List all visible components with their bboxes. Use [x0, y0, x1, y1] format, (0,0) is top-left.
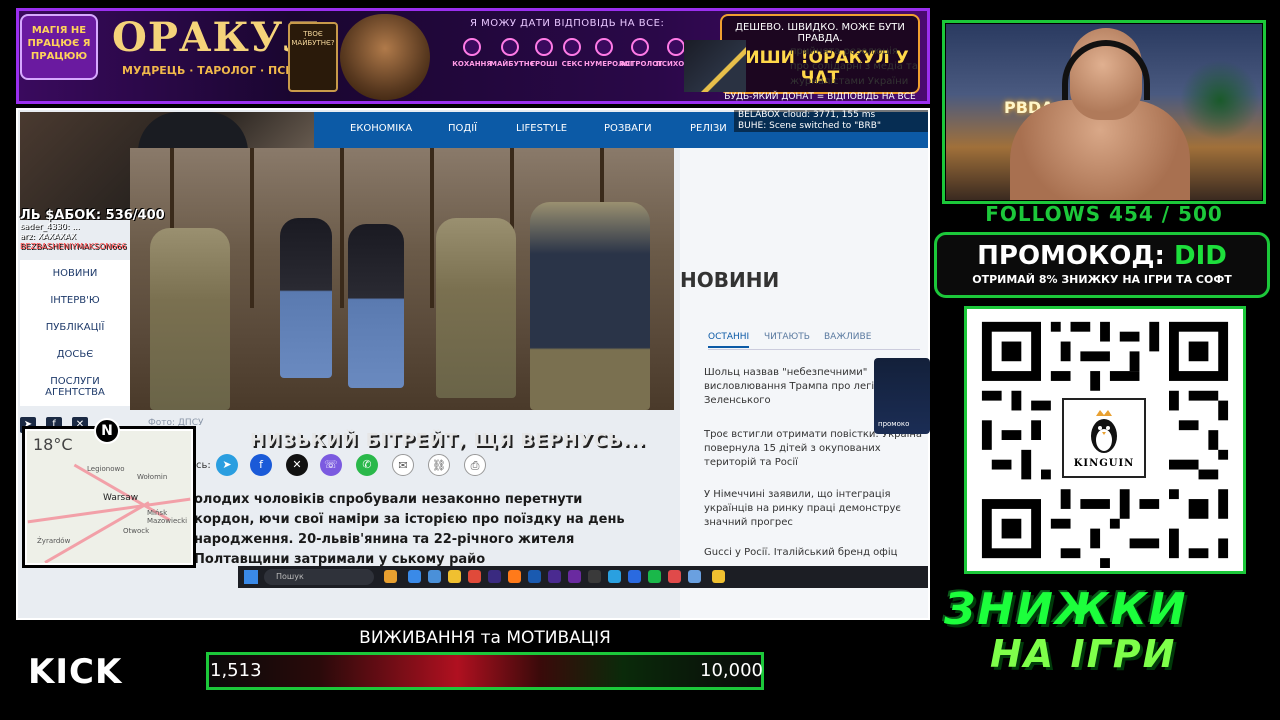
windows-start-icon[interactable]: [244, 570, 258, 584]
follows-goal: FOLLOWS 454 / 500: [985, 202, 1223, 226]
map-logo: N: [94, 418, 120, 444]
webcam-background: [1180, 60, 1260, 140]
windows-taskbar: Пошук: [238, 566, 928, 588]
app-icon[interactable]: [608, 570, 621, 583]
obs-notification: BELABOX cloud: 3771, 155 ms BUHE: Scene …: [734, 110, 928, 132]
kinguin-label: KINGUIN: [1073, 458, 1135, 469]
task-view-icon[interactable]: [428, 570, 441, 583]
article-text: олодих чоловіків спробували незаконно пе…: [194, 492, 625, 567]
weather-map: 18°C Legionowo Wołomin Warsaw Mińsk Mazo…: [22, 426, 196, 568]
donation-goal-title: ВИЖИВАННЯ та МОТИВАЦІЯ: [359, 628, 611, 648]
category-love: КОХАННЯ: [452, 38, 492, 68]
viber-share-icon[interactable]: ☏: [320, 454, 342, 476]
illustrator-icon[interactable]: [508, 570, 521, 583]
money-icon: [535, 38, 553, 56]
oracle-card: ТВОЄ МАЙБУТНЄ?: [288, 22, 338, 92]
share-label: сь:: [196, 460, 211, 471]
spotify-icon[interactable]: [648, 570, 661, 583]
media-encoder-icon[interactable]: [488, 570, 501, 583]
telegram-promo-label: промоко: [878, 420, 910, 428]
print-icon[interactable]: ⎙: [464, 454, 486, 476]
map-area: 18°C Legionowo Wołomin Warsaw Mińsk Mazo…: [27, 431, 191, 563]
telegram-share-icon[interactable]: ➤: [216, 454, 238, 476]
cta-line-1: ДЕШЕВО. ШВИДКО. МОЖЕ БУТИ ПРАВДА.: [735, 22, 905, 44]
donation-goal-bar: [206, 652, 764, 690]
premiere-icon[interactable]: [568, 570, 581, 583]
category-numerology: НУМЕРОЛОГ: [584, 38, 634, 68]
kick-logo: KICK: [28, 652, 123, 692]
weather-icon[interactable]: [384, 570, 397, 583]
tab-latest[interactable]: ОСТАННІ: [708, 332, 750, 348]
cta-line-3: БУДЬ-ЯКИЙ ДОНАТ = ВІДПОВІДЬ НА ВСЕ: [724, 92, 916, 102]
nav-releases[interactable]: РЕЛІЗИ: [690, 123, 727, 134]
heart-icon: [463, 38, 481, 56]
whatsapp-share-icon[interactable]: ✆: [356, 454, 378, 476]
news-thumbnail[interactable]: [684, 40, 746, 92]
chrome-icon[interactable]: [468, 570, 481, 583]
magic-badge: МАГІЯ НЕ ПРАЦЮЄ Я ПРАЦЮЮ: [20, 14, 98, 80]
app-icon[interactable]: [668, 570, 681, 583]
nav-events[interactable]: ПОДІЇ: [448, 123, 477, 134]
penguin-icon: [1091, 410, 1117, 453]
link-share-icon[interactable]: ⛓: [428, 454, 450, 476]
menu-agency-services[interactable]: ПОСЛУГИ АГЕНТСТВА: [20, 368, 130, 406]
numbers-icon: [595, 38, 613, 56]
moon-icon: [631, 38, 649, 56]
menu-interview[interactable]: ІНТЕРВ'Ю: [20, 287, 130, 314]
news-item[interactable]: У Німеччині заявили, що інтеграція украї…: [704, 488, 926, 530]
app-icon[interactable]: [688, 570, 701, 583]
taskbar-search[interactable]: Пошук: [264, 569, 374, 585]
news-tabs: ОСТАННІ ЧИТАЮТЬ ВАЖЛИВЕ: [708, 332, 920, 350]
telegram-app-icon[interactable]: [408, 570, 421, 583]
stream-subtitle: НИЗЬКИЙ БІТРЕЙТ, ЩЯ ВЕРНУСЬ...: [250, 430, 646, 451]
menu-news[interactable]: НОВИНИ: [20, 260, 130, 287]
chat-overlay: sader_4330: ... arz: ХАХАХАХ BEZBASHENIY…: [20, 222, 127, 251]
tab-important[interactable]: ВАЖЛИВЕ: [824, 332, 871, 342]
folder-icon[interactable]: [448, 570, 461, 583]
donation-goal-current: 1,513: [210, 660, 262, 681]
news-section-title: НОВИНИ: [680, 268, 780, 292]
x-share-icon[interactable]: ✕: [286, 454, 308, 476]
oracle-headline: Я МОЖУ ДАТИ ВІДПОВІДЬ НА ВСЕ:: [470, 18, 665, 29]
wizard-image: [340, 14, 430, 100]
site-sidebar-menu: НОВИНИ ІНТЕРВ'Ю ПУБЛІКАЦІЇ ДОСЬЄ ПОСЛУГИ…: [20, 260, 130, 406]
tab-most-read[interactable]: ЧИТАЮТЬ: [764, 332, 810, 342]
crystal-ball-icon: [501, 38, 519, 56]
promo-code: DID: [1174, 241, 1227, 271]
promo-subtitle: ОТРИМАЙ 8% ЗНИЖКУ НА ІГРИ ТА СОФТ: [972, 273, 1232, 286]
nav-lifestyle[interactable]: LIFESTYLE: [516, 123, 567, 134]
brain-icon: [667, 38, 685, 56]
category-astrology: АСТРОЛОГ: [620, 38, 663, 68]
after-effects-icon[interactable]: [548, 570, 561, 583]
news-snippet[interactable]: прийнята резолюція про солідарні з медіа…: [790, 44, 918, 89]
discount-subheadline: НА ІГРИ: [990, 632, 1177, 676]
facebook-share-icon[interactable]: f: [250, 454, 272, 476]
menu-dossier[interactable]: ДОСЬЄ: [20, 341, 130, 368]
news-item[interactable]: Троє встигли отримати повістки: Україна …: [704, 428, 926, 470]
app-icon[interactable]: [628, 570, 641, 583]
nav-entertainment[interactable]: РОЗВАГИ: [604, 123, 652, 134]
peach-icon: [563, 38, 581, 56]
warning-icon[interactable]: [712, 570, 725, 583]
news-item[interactable]: Gucci у Росії. Італійський бренд офіц: [704, 546, 926, 560]
promo-box: ПРОМОКОД: DID ОТРИМАЙ 8% ЗНИЖКУ НА ІГРИ …: [934, 232, 1270, 298]
nav-economy[interactable]: ЕКОНОМІКА: [350, 123, 412, 134]
discount-headline: ЗНИЖКИ: [944, 584, 1188, 635]
menu-publications[interactable]: ПУБЛІКАЦІЇ: [20, 314, 130, 341]
news-photo: [130, 148, 674, 410]
promo-title: ПРОМОКОД: DID: [977, 241, 1227, 271]
map-temperature: 18°C: [33, 435, 73, 454]
subs-counter: ЛЬ $АБОК: 536/400: [20, 208, 165, 223]
obs-icon[interactable]: [588, 570, 601, 583]
photoshop-icon[interactable]: [528, 570, 541, 583]
donation-goal-target: 10,000: [700, 660, 763, 681]
email-share-icon[interactable]: ✉: [392, 454, 414, 476]
